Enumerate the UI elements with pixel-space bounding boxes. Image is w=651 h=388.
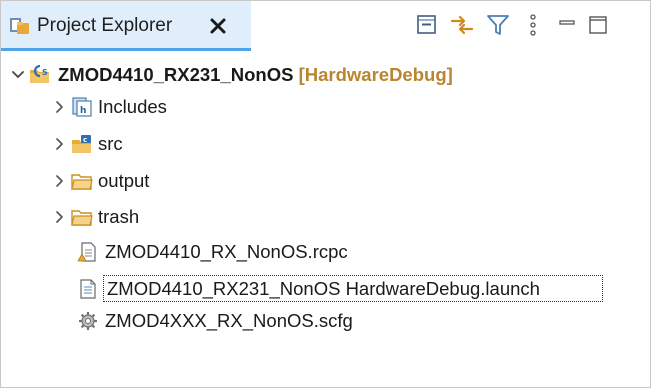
chevron-right-icon[interactable] [51, 98, 69, 116]
project-name: ZMOD4410_RX231_NonOS [HardwareDebug] [58, 64, 453, 86]
rcpc-file-icon [77, 241, 99, 263]
chevron-right-icon[interactable] [51, 135, 69, 153]
scfg-file-icon [77, 310, 99, 332]
svg-text:h: h [80, 106, 86, 116]
tree-item-rcpc-file[interactable]: ZMOD4410_RX_NonOS.rcpc [1, 236, 650, 268]
collapse-all-icon[interactable] [414, 12, 440, 38]
svg-text:c: c [83, 136, 87, 144]
tree-item-src[interactable]: c src [1, 128, 650, 160]
minimize-icon[interactable] [554, 12, 580, 38]
tree-item-includes[interactable]: h Includes [1, 91, 650, 123]
link-with-editor-icon[interactable] [449, 12, 475, 38]
filter-icon[interactable] [485, 12, 511, 38]
tree-item-label: src [98, 133, 123, 154]
svg-text:S: S [42, 68, 48, 77]
tree-item-label: ZMOD4XXX_RX_NonOS.scfg [105, 310, 353, 331]
tree-item-trash[interactable]: trash [1, 201, 650, 233]
chevron-down-icon[interactable] [9, 66, 27, 84]
view-title: Project Explorer [37, 15, 173, 36]
tree-item-label: ZMOD4410_RX_NonOS.rcpc [105, 241, 348, 262]
includes-folder-icon: h [71, 96, 93, 118]
tree-item-label: ZMOD4410_RX231_NonOS HardwareDebug.launc… [107, 278, 540, 299]
project-name-text: ZMOD4410_RX231_NonOS [58, 64, 294, 85]
tree-item-label: output [98, 170, 150, 191]
build-configuration-decoration: [HardwareDebug] [298, 64, 453, 85]
tree-item-scfg-file[interactable]: ZMOD4XXX_RX_NonOS.scfg [1, 305, 650, 337]
project-explorer-icon [9, 14, 31, 36]
project-tree: S ZMOD4410_RX231_NonOS [HardwareDebug] h [1, 53, 650, 387]
c-project-icon: S [29, 64, 51, 86]
folder-icon [71, 206, 93, 228]
tree-item-label: trash [98, 206, 140, 227]
launch-file-icon [77, 278, 99, 300]
tab-project-explorer[interactable]: Project Explorer [1, 1, 251, 51]
project-explorer-view: Project Explorer S ZMOD4410_RX231_NonOS … [0, 0, 651, 388]
view-menu-icon[interactable] [520, 12, 546, 38]
tree-item-label: Includes [98, 96, 167, 117]
view-tab-bar: Project Explorer [1, 1, 650, 53]
chevron-right-icon[interactable] [51, 208, 69, 226]
source-folder-icon: c [71, 133, 93, 155]
maximize-icon[interactable] [585, 12, 611, 38]
chevron-right-icon[interactable] [51, 172, 69, 190]
folder-icon [71, 170, 93, 192]
tree-item-project[interactable]: S ZMOD4410_RX231_NonOS [HardwareDebug] [1, 59, 650, 91]
tree-item-output[interactable]: output [1, 165, 650, 197]
close-icon[interactable] [207, 15, 229, 37]
tree-item-launch-file[interactable]: ZMOD4410_RX231_NonOS HardwareDebug.launc… [1, 273, 650, 305]
